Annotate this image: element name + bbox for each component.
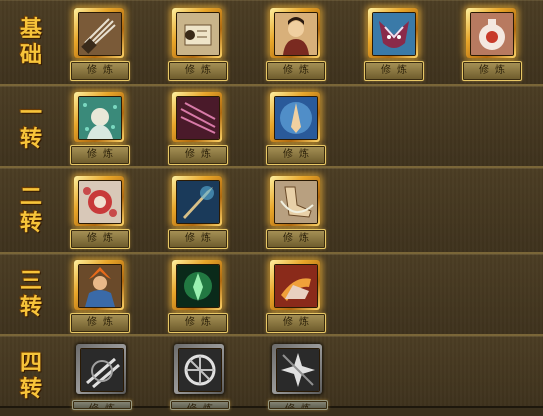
skill-row-basic: 基 础 修炼 修炼 修炼 修炼 修炼: [0, 0, 543, 86]
skill-frame[interactable]: [172, 8, 222, 58]
skill-slot: 修炼: [168, 260, 228, 333]
skill-frame[interactable]: [74, 260, 124, 310]
skill-frame[interactable]: [74, 8, 124, 58]
whirl-slash-icon[interactable]: [80, 348, 124, 392]
row-label-third: 三 转: [0, 254, 62, 334]
row-label-second: 二 转: [0, 168, 62, 252]
kick-icon[interactable]: [274, 180, 318, 224]
skill-frame[interactable]: [270, 260, 320, 310]
cultivate-button[interactable]: 修炼: [168, 229, 228, 249]
skill-row-third-transfer: 三 转 修炼 修炼 修炼: [0, 252, 543, 336]
skill-frame[interactable]: [74, 92, 124, 142]
skill-frame[interactable]: [172, 92, 222, 142]
row-label-char: 四: [19, 350, 42, 376]
row-label-char: 一: [19, 100, 42, 126]
sword-bundle-icon[interactable]: [78, 12, 122, 56]
skill-slot: 修炼: [364, 8, 424, 81]
skill-panel: 基 础 修炼 修炼 修炼 修炼 修炼 一 转 修炼 修炼 修炼 二 转 修炼 修…: [0, 0, 543, 410]
skill-frame[interactable]: [466, 8, 516, 58]
jade-sage-icon[interactable]: [78, 96, 122, 140]
skill-slot: 修炼: [70, 260, 130, 333]
cultivate-button[interactable]: 修炼: [70, 229, 130, 249]
cultivate-button[interactable]: 修炼: [70, 313, 130, 333]
cultivate-button[interactable]: 修炼: [70, 61, 130, 81]
cultivate-button[interactable]: 修炼: [268, 400, 328, 410]
cultivate-button[interactable]: 修炼: [462, 61, 522, 81]
row-label-char: 转: [19, 294, 42, 320]
skill-slot: 修炼: [70, 92, 130, 165]
wheel-icon[interactable]: [178, 348, 222, 392]
star-strike-icon[interactable]: [276, 348, 320, 392]
skill-slot: 修炼: [70, 176, 130, 249]
scroll-icon[interactable]: [176, 12, 220, 56]
skill-row-fourth-transfer: 四 转 修炼 修炼 修炼: [0, 334, 543, 410]
row-label-char: 转: [19, 210, 42, 236]
row-label-char: 二: [19, 184, 42, 210]
skill-frame[interactable]: [172, 176, 222, 226]
row-label-basic: 基 础: [0, 0, 62, 84]
skill-slot: 修炼: [266, 260, 326, 333]
cultivate-button[interactable]: 修炼: [168, 145, 228, 165]
skill-frame[interactable]: [270, 176, 320, 226]
skill-slot: 修炼: [168, 176, 228, 249]
dark-slash-icon[interactable]: [176, 96, 220, 140]
skill-frame[interactable]: [172, 260, 222, 310]
green-spirit-icon[interactable]: [176, 264, 220, 308]
cultivate-button[interactable]: 修炼: [266, 61, 326, 81]
row-label-char: 转: [19, 126, 42, 152]
praying-hands-icon[interactable]: [274, 96, 318, 140]
skill-slot: 修炼: [70, 8, 130, 81]
row-label-char: 基: [19, 16, 42, 42]
cultivate-button[interactable]: 修炼: [170, 400, 230, 410]
demon-mask-icon[interactable]: [372, 12, 416, 56]
skill-row-second-transfer: 二 转 修炼 修炼 修炼: [0, 166, 543, 254]
cultivate-button[interactable]: 修炼: [168, 313, 228, 333]
row-label-char: 础: [19, 42, 42, 68]
row-label-char: 转: [19, 376, 42, 402]
potion-flask-icon[interactable]: [470, 12, 514, 56]
skill-frame[interactable]: [74, 176, 124, 226]
cultivate-button[interactable]: 修炼: [168, 61, 228, 81]
skill-slot: 修炼: [266, 176, 326, 249]
fire-warrior-icon[interactable]: [78, 264, 122, 308]
cultivate-button[interactable]: 修炼: [364, 61, 424, 81]
skill-slot: 修炼: [462, 8, 522, 81]
row-label-fourth: 四 转: [0, 336, 62, 406]
flame-kick-icon[interactable]: [274, 264, 318, 308]
skill-frame-locked[interactable]: [272, 344, 322, 394]
skill-frame[interactable]: [270, 8, 320, 58]
skill-slot: 修炼: [168, 92, 228, 165]
cultivate-button[interactable]: 修炼: [266, 145, 326, 165]
skill-frame-locked[interactable]: [174, 344, 224, 394]
skill-frame-locked[interactable]: [76, 344, 126, 394]
red-burst-icon[interactable]: [78, 180, 122, 224]
skill-slot: 修炼: [72, 344, 132, 416]
skill-frame[interactable]: [270, 92, 320, 142]
row-label-char: 三: [19, 268, 42, 294]
skill-frame[interactable]: [368, 8, 418, 58]
skill-slot: 修炼: [268, 344, 328, 416]
flying-blade-icon[interactable]: [176, 180, 220, 224]
skill-slot: 修炼: [168, 8, 228, 81]
skill-slot: 修炼: [170, 344, 230, 416]
row-label-first: 一 转: [0, 86, 62, 166]
skill-slot: 修炼: [266, 8, 326, 81]
warrior-portrait-icon[interactable]: [274, 12, 318, 56]
skill-row-first-transfer: 一 转 修炼 修炼 修炼: [0, 84, 543, 168]
cultivate-button[interactable]: 修炼: [266, 229, 326, 249]
cultivate-button[interactable]: 修炼: [70, 145, 130, 165]
cultivate-button[interactable]: 修炼: [72, 400, 132, 410]
cultivate-button[interactable]: 修炼: [266, 313, 326, 333]
skill-slot: 修炼: [266, 92, 326, 165]
